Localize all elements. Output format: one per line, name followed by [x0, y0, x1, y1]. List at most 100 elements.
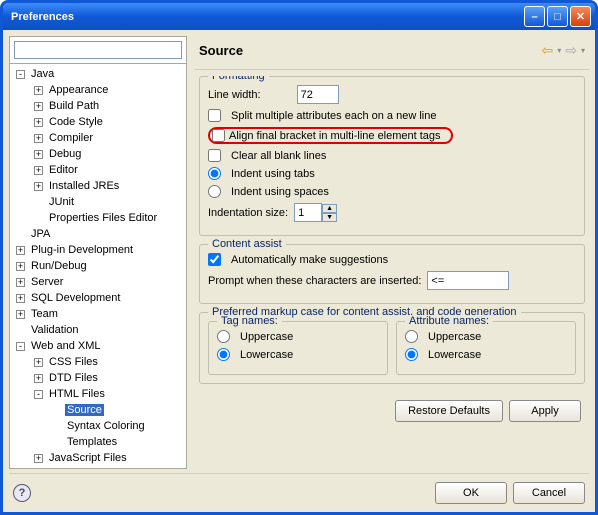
spin-up-icon[interactable]: ▲	[322, 204, 337, 213]
forward-icon[interactable]: ⇨	[565, 42, 577, 59]
expand-icon[interactable]: +	[34, 150, 43, 159]
prompt-chars-label: Prompt when these characters are inserte…	[208, 275, 421, 287]
tree-item[interactable]: Properties Files Editor	[10, 210, 186, 226]
tree-item[interactable]: JPA	[10, 226, 186, 242]
forward-menu-icon[interactable]: ▾	[581, 46, 585, 55]
tree-item-label: Source	[65, 404, 104, 416]
tree-item-label: JPA	[29, 228, 52, 240]
preference-tree[interactable]: -Java+Appearance+Build Path+Code Style+C…	[10, 64, 186, 468]
formatting-group: Formatting Line width: Split multiple at…	[199, 76, 585, 236]
back-icon[interactable]: ⇦	[542, 42, 554, 59]
tree-item-label: Appearance	[47, 84, 110, 96]
tree-item[interactable]: JUnit	[10, 194, 186, 210]
indent-spaces-radio[interactable]	[208, 185, 221, 198]
tree-item[interactable]: + Build Path	[10, 98, 186, 114]
attr-lower-radio[interactable]	[405, 348, 418, 361]
tree-item[interactable]: Validation	[10, 322, 186, 338]
content-assist-group: Content assist Automatically make sugges…	[199, 244, 585, 304]
clear-blank-checkbox[interactable]	[208, 149, 221, 162]
align-bracket-highlight: Align final bracket in multi-line elemen…	[208, 127, 453, 144]
tree-item-label: Web and XML	[29, 340, 103, 352]
tree-item[interactable]: + Appearance	[10, 82, 186, 98]
cancel-button[interactable]: Cancel	[513, 482, 585, 504]
tree-item-label: JavaScript Files	[47, 452, 129, 464]
tree-item-label: Team	[29, 308, 60, 320]
expand-icon[interactable]: +	[34, 166, 43, 175]
tree-item[interactable]: +Run/Debug	[10, 258, 186, 274]
tree-item[interactable]: + CSS Files	[10, 354, 186, 370]
ok-button[interactable]: OK	[435, 482, 507, 504]
tree-item[interactable]: Templates	[10, 434, 186, 450]
indent-size-input[interactable]	[294, 203, 322, 222]
expand-icon[interactable]: +	[34, 118, 43, 127]
expand-icon[interactable]: +	[16, 294, 25, 303]
tree-item-label: CSS Files	[47, 356, 100, 368]
tag-lower-radio[interactable]	[217, 348, 230, 361]
split-attributes-label: Split multiple attributes each on a new …	[231, 110, 436, 122]
tree-item-label: Server	[29, 276, 65, 288]
tree-item[interactable]: +Debug	[10, 146, 186, 162]
expand-icon[interactable]: +	[16, 310, 25, 319]
tree-item[interactable]: +Compiler	[10, 130, 186, 146]
tree-item[interactable]: + DTD Files	[10, 370, 186, 386]
prompt-chars-input[interactable]	[427, 271, 509, 290]
tree-item[interactable]: + Server	[10, 274, 186, 290]
tree-item-label: Plug-in Development	[29, 244, 135, 256]
align-bracket-label: Align final bracket in multi-line elemen…	[229, 130, 441, 142]
tree-item-label: Properties Files Editor	[47, 212, 159, 224]
tree-item[interactable]: + JavaScript Files	[10, 450, 186, 466]
expand-icon[interactable]: +	[16, 262, 25, 271]
tree-item[interactable]: +Editor	[10, 162, 186, 178]
expand-icon[interactable]: +	[34, 86, 43, 95]
tag-upper-label: Uppercase	[240, 331, 293, 343]
tag-upper-radio[interactable]	[217, 330, 230, 343]
expand-icon[interactable]: +	[34, 134, 43, 143]
tree-item[interactable]: -Web and XML	[10, 338, 186, 354]
filter-input[interactable]	[14, 41, 182, 59]
minimize-button[interactable]: –	[524, 6, 545, 27]
collapse-icon[interactable]: -	[16, 70, 25, 79]
apply-button[interactable]: Apply	[509, 400, 581, 422]
page-title: Source	[199, 43, 542, 58]
tree-item-label: Build Path	[47, 100, 101, 112]
attr-upper-radio[interactable]	[405, 330, 418, 343]
restore-defaults-button[interactable]: Restore Defaults	[395, 400, 503, 422]
expand-icon[interactable]: +	[16, 278, 25, 287]
expand-icon[interactable]: +	[34, 182, 43, 191]
expand-icon[interactable]: +	[34, 454, 43, 463]
content-assist-title: Content assist	[208, 238, 286, 250]
tree-item[interactable]: + Plug-in Development	[10, 242, 186, 258]
help-icon[interactable]: ?	[13, 484, 31, 502]
tree-item[interactable]: -HTML Files	[10, 386, 186, 402]
align-bracket-checkbox[interactable]	[212, 129, 225, 142]
collapse-icon[interactable]: -	[16, 342, 25, 351]
split-attributes-checkbox[interactable]	[208, 109, 221, 122]
tree-item[interactable]: +SQL Development	[10, 290, 186, 306]
auto-suggest-checkbox[interactable]	[208, 253, 221, 266]
right-pane: Source ⇦▾ ⇨▾ Formatting Line width:	[195, 36, 589, 469]
spin-down-icon[interactable]: ▼	[322, 213, 337, 222]
back-menu-icon[interactable]: ▾	[557, 46, 561, 55]
maximize-button[interactable]: □	[547, 6, 568, 27]
collapse-icon[interactable]: -	[34, 390, 43, 399]
tree-item-label: Installed JREs	[47, 180, 121, 192]
expand-icon[interactable]: +	[34, 358, 43, 367]
tree-item[interactable]: Syntax Coloring	[10, 418, 186, 434]
tree-item[interactable]: Source	[10, 402, 186, 418]
expand-icon[interactable]: +	[34, 374, 43, 383]
expand-icon[interactable]: +	[16, 246, 25, 255]
tree-item[interactable]: + Code Style	[10, 114, 186, 130]
tree-item[interactable]: + Installed JREs	[10, 178, 186, 194]
attr-lower-label: Lowercase	[428, 349, 481, 361]
close-button[interactable]: ✕	[570, 6, 591, 27]
line-width-input[interactable]	[297, 85, 339, 104]
indent-tabs-radio[interactable]	[208, 167, 221, 180]
tree-item-label: Code Style	[47, 116, 105, 128]
tree-item[interactable]: + Team	[10, 306, 186, 322]
tree-item[interactable]: -Java	[10, 66, 186, 82]
expand-icon[interactable]: +	[34, 102, 43, 111]
titlebar[interactable]: Preferences – □ ✕	[3, 3, 595, 30]
tree-item-label: DTD Files	[47, 372, 100, 384]
tree-item-label: Java	[29, 68, 56, 80]
tag-names-group: Tag names: Uppercase Lowercase	[208, 321, 388, 375]
